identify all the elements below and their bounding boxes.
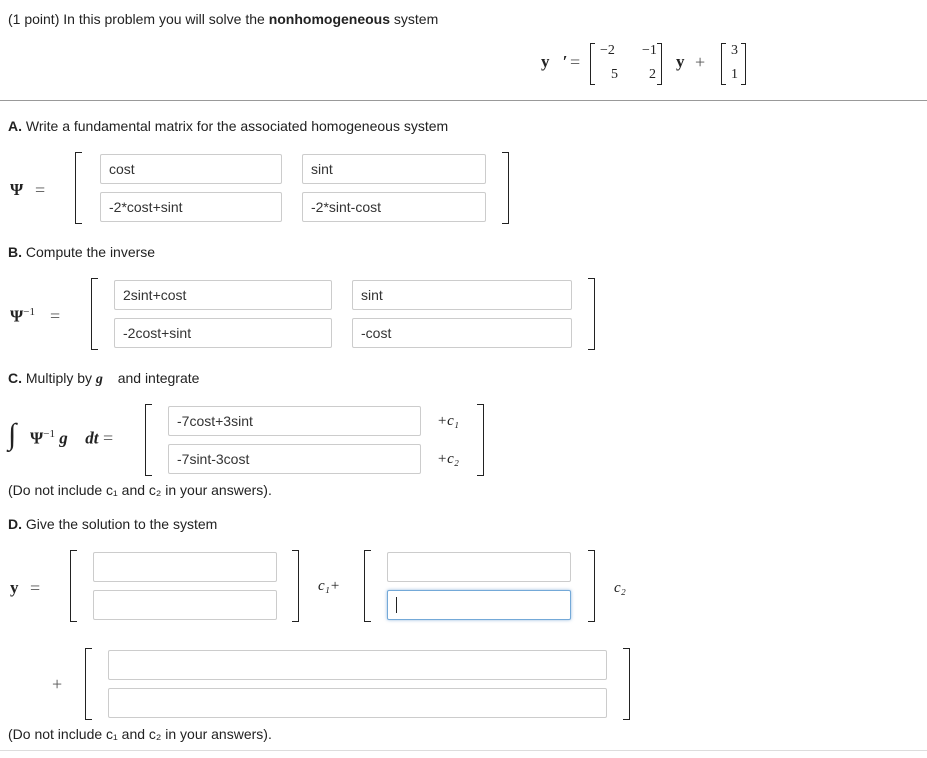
psi-symbol: Ψ	[10, 180, 24, 199]
part-a-left-bracket	[75, 152, 82, 224]
plus-c2: +c₂	[437, 451, 459, 467]
particular-input-1[interactable]	[108, 650, 607, 680]
particular-input-2[interactable]	[108, 688, 607, 718]
integral-input-2[interactable]	[168, 444, 421, 474]
psi-input-12[interactable]	[302, 154, 486, 184]
part-b-right-bracket	[588, 278, 595, 350]
part-b-left-bracket	[91, 278, 98, 350]
matrix-right-bracket	[657, 43, 662, 85]
part-a-equals: =	[35, 180, 46, 200]
integral-input-1[interactable]	[168, 406, 421, 436]
integral-sign: ∫	[8, 418, 17, 451]
matrix-left-bracket	[590, 43, 595, 85]
intro-suffix: system	[390, 11, 439, 27]
g-1: 3	[731, 43, 738, 58]
solution1-input-1[interactable]	[93, 552, 277, 582]
c2-label: c₂	[614, 580, 626, 596]
text-cursor	[396, 597, 397, 613]
part-a-right-bracket	[502, 152, 509, 224]
part-c-heading: C. Multiply by g⃗ and integrate	[8, 370, 200, 387]
y-solution-symbol: y⃗	[10, 578, 32, 597]
solution2-input-2[interactable]	[387, 590, 571, 620]
g-right-bracket	[741, 43, 746, 85]
part-d-note: (Do not include c₁ and c₂ in your answer…	[8, 726, 272, 742]
matrix-a12: −1	[642, 43, 657, 58]
y-prime: y⃗′	[541, 52, 568, 71]
part-c-right-bracket	[477, 404, 484, 476]
equals-sign: =	[570, 52, 581, 72]
part-d-equals: =	[30, 578, 41, 598]
psi-inverse-g-dt: Ψ−1 g⃗ dt	[30, 428, 99, 448]
psi-input-22[interactable]	[302, 192, 486, 222]
intro-bold: nonhomogeneous	[268, 11, 391, 27]
particular-right-bracket	[623, 648, 630, 720]
g-left-bracket	[721, 43, 726, 85]
part-d-heading: D. Give the solution to the system	[8, 516, 218, 532]
plus-c1: +c₁	[437, 413, 459, 429]
psi-inv-input-12[interactable]	[352, 280, 572, 310]
psi-input-21[interactable]	[100, 192, 282, 222]
psi-inv-input-22[interactable]	[352, 318, 572, 348]
psi-inv-input-11[interactable]	[114, 280, 332, 310]
psi-inverse-symbol: Ψ−1	[10, 306, 35, 326]
sol2-right-bracket	[588, 550, 595, 622]
part-c-left-bracket	[145, 404, 152, 476]
solution2-input-1[interactable]	[387, 552, 571, 582]
part-c-equals: =	[103, 428, 114, 448]
plus-sign: +	[695, 52, 706, 72]
matrix-a22: 2	[649, 67, 656, 82]
psi-inv-input-21[interactable]	[114, 318, 332, 348]
c1-plus: c₁+	[318, 578, 340, 594]
sol2-left-bracket	[364, 550, 371, 622]
part-c-note: (Do not include c₁ and c₂ in your answer…	[8, 482, 272, 498]
solution1-input-2[interactable]	[93, 590, 277, 620]
part-b-heading: B. Compute the inverse	[8, 244, 156, 260]
psi-input-11[interactable]	[100, 154, 282, 184]
matrix-a11: −2	[600, 43, 615, 58]
part-b-equals: =	[50, 306, 61, 326]
intro-text: (1 point) In this problem you will solve…	[8, 11, 269, 27]
part-a-heading: A. Write a fundamental matrix for the as…	[8, 118, 449, 134]
g-2: 1	[731, 67, 738, 82]
bottom-divider	[0, 750, 927, 751]
sol1-left-bracket	[70, 550, 77, 622]
particular-left-bracket	[85, 648, 92, 720]
matrix-a21: 5	[611, 67, 618, 82]
sol1-right-bracket	[292, 550, 299, 622]
particular-plus: +	[52, 674, 63, 694]
problem-intro: (1 point) In this problem you will solve…	[8, 11, 438, 27]
